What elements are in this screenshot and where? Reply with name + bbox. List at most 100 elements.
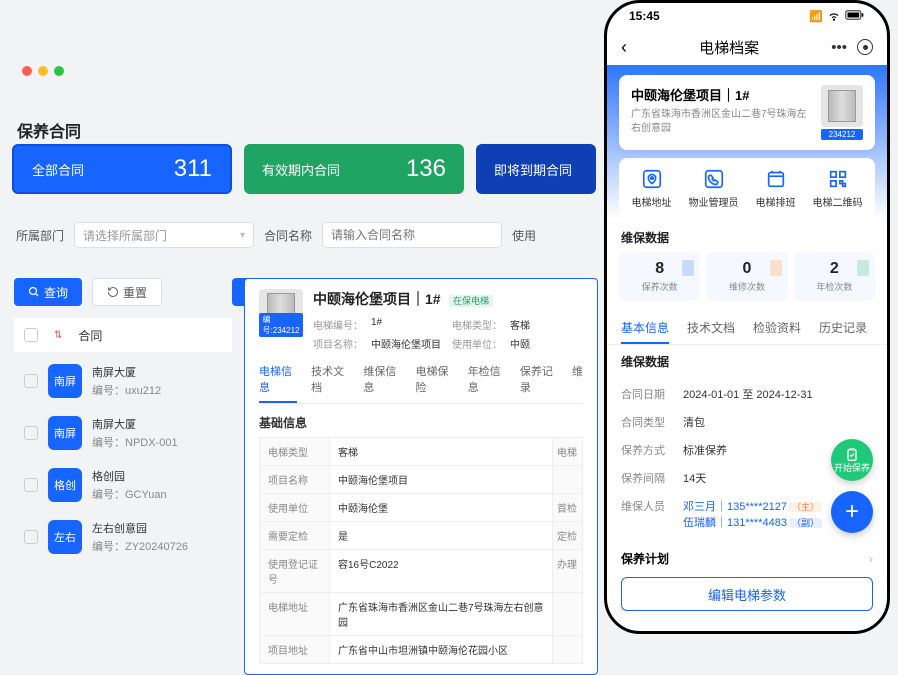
staff-link[interactable]: 伍瑞麟｜131****4483（副） [683,517,822,529]
section-title: 基础信息 [259,414,583,431]
hero-card: 中颐海伦堡项目｜1# 广东省珠海市香洲区金山二巷7号珠海左右创意园 234212 [619,75,875,150]
nav-title: 电梯档案 [699,37,759,58]
chevron-right-icon: › [869,552,873,566]
phone-mockup: 15:45 📶 ‹ 电梯档案 ••• 中颐海伦堡项目｜1# 广东省珠海市香洲区金… [604,0,890,634]
stat-value: 136 [406,155,446,183]
tab-elevator-info[interactable]: 电梯信息 [259,363,297,403]
list-item[interactable]: 南屏 南屏大厦 编号：uxu212 [14,360,232,402]
count-maintenance[interactable]: 8保养次数 [619,252,700,301]
wifi-icon [827,8,841,25]
list-item[interactable]: 南屏 南屏大厦 编号：NPDX-001 [14,412,232,454]
quick-manager[interactable]: 物业管理员 [689,168,739,209]
more-icon[interactable]: ••• [831,39,847,56]
filter-label: 合同名称 [264,227,312,244]
stat-cards: 全部合同 311 有效期内合同 136 即将到期合同 [12,144,596,194]
ptab-tech[interactable]: 技术文档 [687,311,735,344]
staff-link[interactable]: 邓三月｜135****2127（主） [683,501,822,513]
calendar-icon [765,168,787,190]
add-fab[interactable]: + [831,491,873,533]
plan-title: 保养计划 [621,550,669,567]
row-checkbox[interactable] [24,374,38,388]
detail-panel: 编号:234212 中颐海伦堡项目｜1# 在保电梯 电梯编号：1# 电梯类型：客… [244,278,598,675]
search-button[interactable]: 查询 [14,278,82,306]
detail-tabs: 电梯信息 技术文档 维保信息 电梯保险 年检信息 保养记录 维 [259,363,583,404]
ptab-basic[interactable]: 基本信息 [621,311,669,344]
target-icon[interactable] [857,39,873,55]
edit-params-button[interactable]: 编辑电梯参数 [621,577,873,611]
stat-expiring[interactable]: 即将到期合同 [476,144,596,194]
phone-icon [703,168,725,190]
item-code: 编号：GCYuan [92,486,167,502]
start-maintenance-fab[interactable]: 开始保养 [831,439,873,481]
contract-name-input[interactable] [322,222,502,248]
stat-value: 311 [174,155,212,183]
tab-tech-docs[interactable]: 技术文档 [311,363,349,403]
chevron-down-icon: ▾ [240,230,245,241]
back-icon[interactable]: ‹ [621,37,627,58]
stat-label: 即将到期合同 [494,160,572,179]
sort-icon[interactable]: ⇅ [54,330,62,341]
info-table: 电梯类型客梯电梯 项目名称中颐海伦堡项目 使用单位中颐海伦堡首检 需要定检是定检… [259,437,583,664]
ptab-inspect[interactable]: 检验资料 [753,311,801,344]
hero-section: 中颐海伦堡项目｜1# 广东省珠海市香洲区金山二巷7号珠海左右创意园 234212… [607,65,887,219]
tab-inspection[interactable]: 年检信息 [468,363,506,403]
signal-icon: 📶 [809,10,823,23]
status-time: 15:45 [629,9,660,23]
quick-actions: 电梯地址 物业管理员 电梯排班 电梯二维码 [619,158,875,219]
detail-title: 中颐海伦堡项目｜1# [313,291,441,307]
ptab-history[interactable]: 历史记录 [819,311,867,344]
item-code: 编号：NPDX-001 [92,434,178,450]
tab-maintenance[interactable]: 维保信息 [363,363,401,403]
status-icons: 📶 [809,8,865,25]
dept-select[interactable]: 请选择所属部门 ▾ [74,222,254,248]
row-checkbox[interactable] [24,478,38,492]
stat-all[interactable]: 全部合同 311 [12,144,232,194]
battery-icon [845,9,865,24]
tab-more[interactable]: 维 [572,363,583,403]
hero-thumb: 234212 [821,85,863,140]
select-all-checkbox[interactable] [24,328,38,342]
section-header: 维保数据 [607,345,887,376]
hero-title: 中颐海伦堡项目｜1# [631,85,811,104]
section-header: 维保数据 [607,219,887,252]
count-repair[interactable]: 0维修次数 [706,252,787,301]
elevator-icon [821,85,863,127]
status-badge: 在保电梯 [449,295,493,307]
page-title: 保养合同 [17,118,81,142]
quick-address[interactable]: 电梯地址 [632,168,672,209]
item-code: 编号：uxu212 [92,382,161,398]
list-item[interactable]: 格创 格创园 编号：GCYuan [14,464,232,506]
count-inspection[interactable]: 2年检次数 [794,252,875,301]
tab-insurance[interactable]: 电梯保险 [416,363,454,403]
location-icon [641,168,663,190]
stat-label: 有效期内合同 [262,160,340,179]
item-title: 南屏大厦 [92,364,161,380]
status-bar: 15:45 📶 [607,3,887,29]
thumb-code: 编号:234212 [259,313,304,337]
clipboard-icon [844,447,860,463]
item-code: 编号：ZY20240726 [92,538,188,554]
hero-code: 234212 [821,129,863,140]
filter-label: 所属部门 [16,227,64,244]
hero-address: 广东省珠海市香洲区金山二巷7号珠海左右创意园 [631,108,811,136]
item-title: 格创园 [92,468,167,484]
count-cards: 8保养次数 0维修次数 2年检次数 [607,252,887,301]
filter-row: 所属部门 请选择所属部门 ▾ 合同名称 使用 [16,222,536,248]
stat-active[interactable]: 有效期内合同 136 [244,144,464,194]
nav-bar: ‹ 电梯档案 ••• [607,29,887,65]
detail-meta: 电梯编号：1# 电梯类型：客梯 项目名称：中颐海伦堡项目 使用单位：中颐 [313,317,583,351]
elevator-thumb: 编号:234212 [259,289,303,333]
tab-records[interactable]: 保养记录 [520,363,558,403]
plan-header[interactable]: 保养计划 › [607,540,887,571]
row-checkbox[interactable] [24,530,38,544]
search-icon [28,286,40,298]
row-checkbox[interactable] [24,426,38,440]
stat-label: 全部合同 [32,160,84,179]
phone-tabs: 基本信息 技术文档 检验资料 历史记录 [607,311,887,345]
reset-button[interactable]: 重置 [92,278,162,306]
item-title: 南屏大厦 [92,416,178,432]
quick-schedule[interactable]: 电梯排班 [756,168,796,209]
filter-label: 使用 [512,227,536,244]
quick-qrcode[interactable]: 电梯二维码 [813,168,863,209]
list-item[interactable]: 左右 左右创意园 编号：ZY20240726 [14,516,232,558]
